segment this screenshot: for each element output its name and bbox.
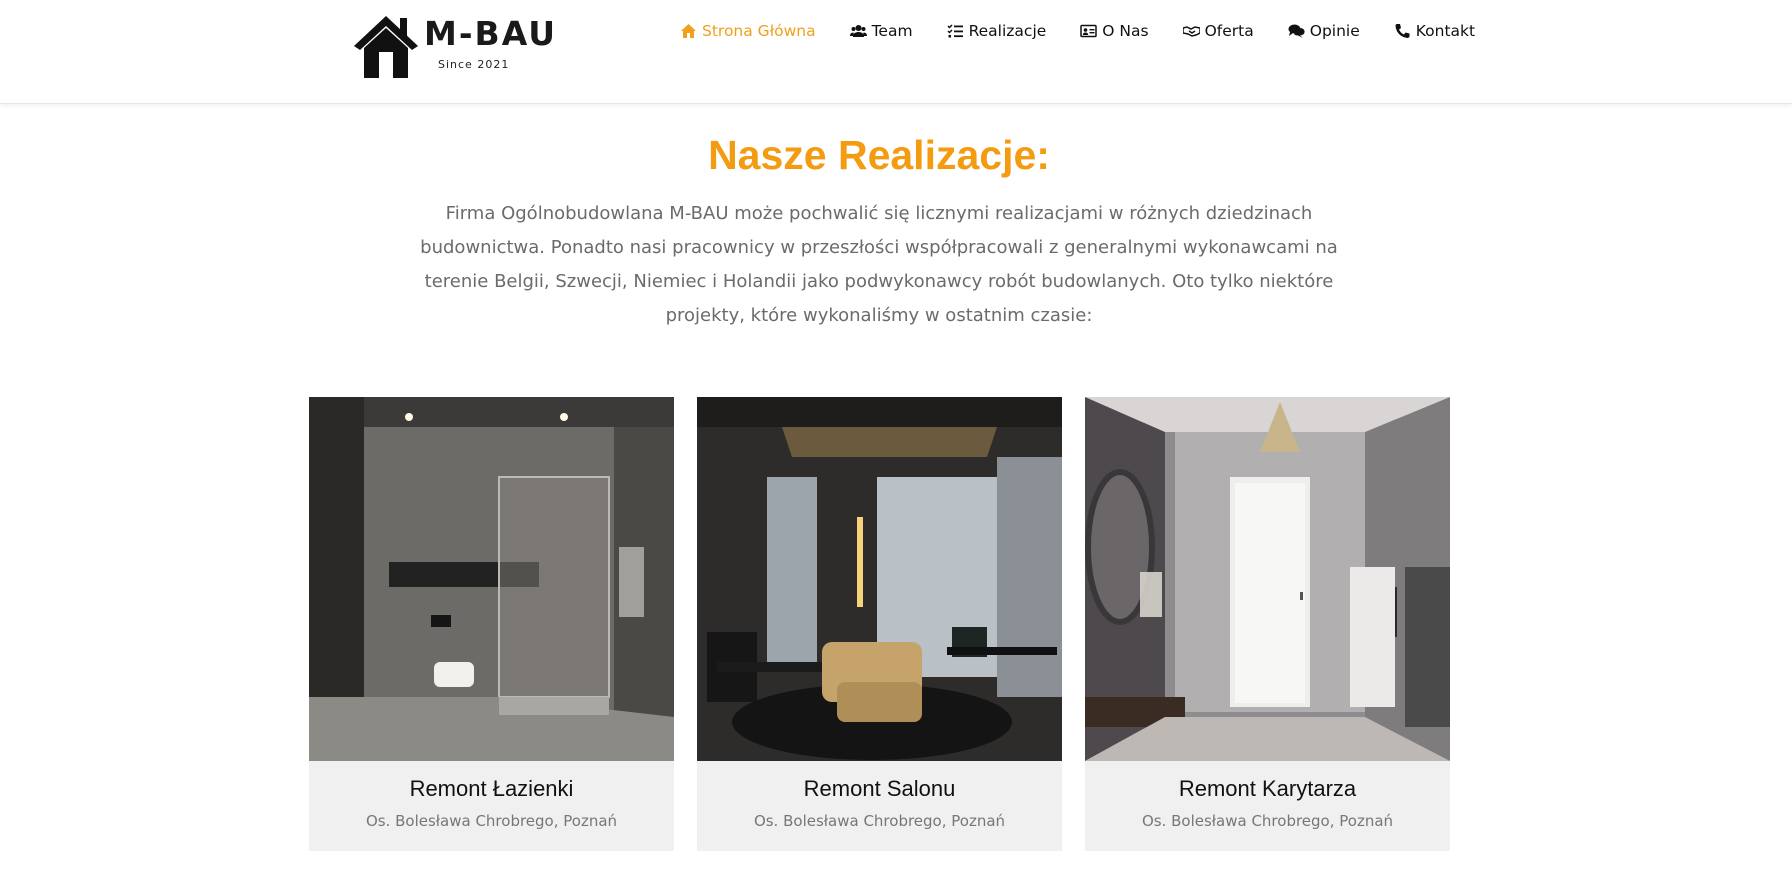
living-room-photo	[697, 397, 1062, 761]
nav-label: O Nas	[1102, 22, 1149, 40]
section-intro: Firma Ogólnobudowlana M-BAU może pochwal…	[420, 203, 1338, 326]
project-card[interactable]: Remont Karytarza Os. Bolesława Chrobrego…	[1085, 397, 1450, 851]
nav-item-kontakt[interactable]: Kontakt	[1394, 22, 1475, 40]
list-icon	[947, 23, 964, 39]
nav-label: Opinie	[1309, 22, 1360, 40]
projects-grid: Remont Łazienki Os. Bolesława Chrobrego,…	[309, 397, 1450, 851]
main-nav: Strona Główna Team Realizacje O Nas Ofer…	[680, 20, 1475, 42]
project-card[interactable]: Remont Salonu Os. Bolesława Chrobrego, P…	[697, 397, 1062, 851]
phone-icon	[1394, 23, 1411, 39]
nav-item-home[interactable]: Strona Główna	[680, 22, 816, 40]
project-title: Remont Karytarza	[1178, 776, 1357, 801]
nav-label: Kontakt	[1415, 22, 1476, 40]
project-location: Os. Bolesława Chrobrego, Poznań	[753, 812, 1006, 830]
nav-item-team[interactable]: Team	[849, 22, 913, 40]
section-title: Nasze Realizacje:	[708, 132, 1050, 178]
project-location: Os. Bolesława Chrobrego, Poznań	[365, 812, 618, 830]
handshake-icon	[1182, 23, 1200, 39]
id-card-icon	[1080, 23, 1098, 39]
bathroom-photo	[309, 397, 674, 761]
project-title: Remont Salonu	[803, 776, 956, 801]
nav-label: Strona Główna	[702, 22, 816, 40]
site-header: M-BAU Since 2021 Strona Główna Team Real…	[0, 0, 1792, 104]
house-logo-icon	[354, 16, 418, 78]
hallway-photo	[1085, 397, 1450, 761]
nav-label: Team	[871, 22, 913, 40]
nav-label: Oferta	[1204, 22, 1254, 40]
project-card[interactable]: Remont Łazienki Os. Bolesława Chrobrego,…	[309, 397, 674, 851]
brand-name: M-BAU	[424, 14, 558, 53]
nav-item-oferta[interactable]: Oferta	[1182, 22, 1254, 40]
brand-tagline: Since 2021	[438, 58, 510, 71]
users-icon	[849, 23, 867, 39]
comments-icon	[1288, 23, 1305, 39]
nav-label: Realizacje	[968, 22, 1047, 40]
nav-item-o-nas[interactable]: O Nas	[1080, 22, 1149, 40]
nav-item-realizacje[interactable]: Realizacje	[947, 22, 1047, 40]
project-title: Remont Łazienki	[409, 776, 574, 801]
home-icon	[680, 23, 697, 39]
project-location: Os. Bolesława Chrobrego, Poznań	[1141, 812, 1394, 830]
nav-item-opinie[interactable]: Opinie	[1288, 22, 1360, 40]
